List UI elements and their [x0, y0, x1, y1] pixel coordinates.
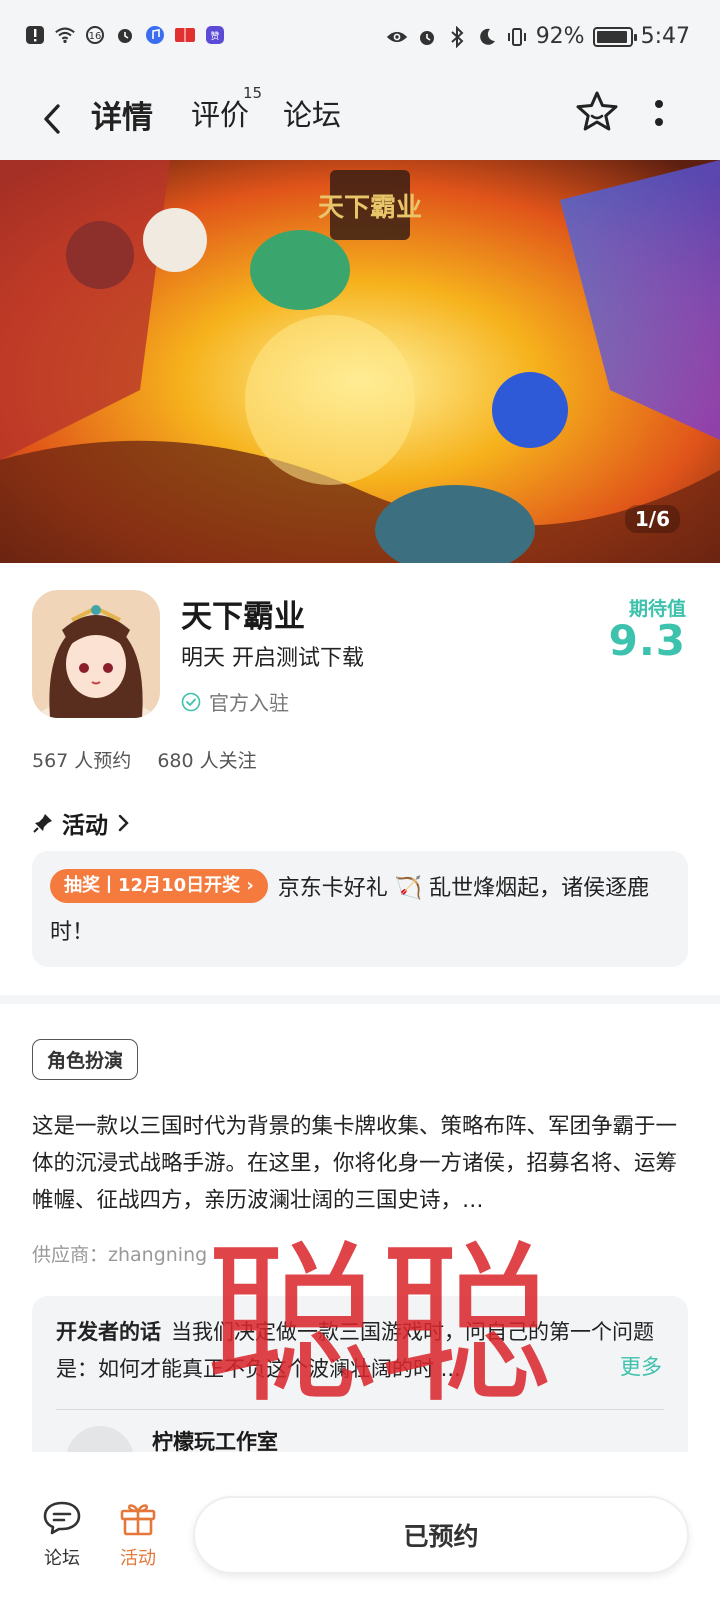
favorite-button[interactable]	[573, 88, 621, 136]
section-divider	[0, 995, 720, 1004]
tab-forum-label: 论坛	[283, 98, 342, 132]
carousel-pager: 1/6	[624, 505, 680, 533]
more-dots-icon	[655, 100, 663, 108]
status-bar: 16 赞 92% 5:47	[0, 0, 720, 78]
game-description[interactable]: 这是一款以三国时代为背景的集卡牌收集、策略布阵、军团争霸于一体的沉浸式战略手游。…	[32, 1108, 688, 1219]
moon-icon	[476, 26, 498, 48]
status-right: 92% 5:47	[386, 24, 690, 49]
banner-logo: 天下霸业	[318, 193, 422, 223]
app-icon	[32, 590, 160, 718]
app-stats: 567 人预约 680 人关注	[32, 746, 257, 773]
bottom-bar: 论坛 活动 已预约	[0, 1452, 720, 1600]
tab-reviews[interactable]: 评价 15	[191, 84, 262, 134]
reserved-label: 已预约	[403, 1522, 479, 1551]
more-dots-icon	[655, 118, 663, 126]
tab-forum[interactable]: 论坛	[283, 92, 341, 134]
bottom-forum-button[interactable]: 论坛	[32, 1500, 92, 1570]
app-name: 天下霸业	[181, 599, 305, 635]
reservation-count: 567 人预约	[32, 750, 132, 772]
alarm-icon	[114, 24, 136, 46]
alarm-status-icon	[416, 26, 438, 48]
follower-count: 680 人关注	[157, 750, 257, 772]
vibrate-icon	[506, 26, 528, 48]
bottom-event-button[interactable]: 活动	[108, 1500, 168, 1570]
reserved-button[interactable]: 已预约	[193, 1496, 689, 1574]
back-button[interactable]	[36, 96, 76, 142]
music-app-icon	[144, 24, 166, 46]
svg-text:赞: 赞	[210, 30, 219, 42]
review-count-badge: 15	[243, 84, 263, 102]
eye-icon	[386, 26, 408, 48]
official-badge: 官方入驻	[181, 687, 289, 716]
official-label: 官方入驻	[209, 691, 289, 715]
more-menu-button[interactable]	[650, 96, 670, 132]
tab-detail[interactable]: 详情	[88, 92, 156, 137]
activity-card[interactable]: 抽奖丨12月10日开奖 › 京东卡好礼 🏹 乱世烽烟起，诸侯逐鹿时！	[32, 851, 688, 967]
top-nav: 详情 评价 15 论坛	[0, 78, 720, 160]
battery-percent: 92%	[535, 24, 585, 49]
watermark-text: 聪聪	[205, 1225, 554, 1428]
battery-icon	[592, 26, 637, 47]
data-saver-icon: 16	[84, 24, 106, 46]
developer-more-link[interactable]: 更多	[614, 1351, 662, 1381]
supplier-info: 供应商：zhangning	[32, 1244, 208, 1266]
chevron-right-icon	[118, 814, 129, 832]
bottom-event-label: 活动	[120, 1548, 156, 1569]
genre-tag[interactable]: 角色扮演	[32, 1039, 139, 1080]
banner-artwork: 天下霸业	[0, 160, 720, 563]
app-subtitle: 明天 开启测试下载	[181, 646, 364, 671]
svg-text:16: 16	[89, 31, 102, 42]
star-icon	[576, 91, 618, 131]
activity-content: 抽奖丨12月10日开奖 › 京东卡好礼 🏹 乱世烽烟起，诸侯逐鹿时！	[50, 867, 670, 955]
chevron-left-icon	[44, 104, 60, 134]
verified-check-icon	[181, 692, 201, 711]
tab-reviews-label: 评价	[191, 98, 250, 132]
book-app-icon	[174, 24, 196, 46]
status-left-icons: 16 赞	[24, 24, 226, 46]
developer-label: 开发者的话	[56, 1320, 161, 1344]
app-notification-icon: 赞	[204, 24, 226, 46]
gift-icon	[120, 1504, 156, 1536]
pin-icon	[33, 814, 52, 833]
clock: 5:47	[640, 24, 690, 49]
activity-title: 活动	[62, 813, 108, 839]
alert-icon	[24, 24, 46, 46]
banner-carousel[interactable]: 天下霸业 1/6	[0, 160, 720, 563]
activity-header[interactable]: 活动	[32, 806, 130, 840]
tab-detail-label: 详情	[91, 100, 153, 136]
expectation-score: 9.3	[608, 616, 686, 665]
bottom-forum-label: 论坛	[44, 1548, 80, 1569]
lottery-tag[interactable]: 抽奖丨12月10日开奖 ›	[50, 869, 268, 903]
app-icon-artwork	[32, 590, 160, 718]
bluetooth-icon	[446, 25, 468, 48]
wifi-icon	[54, 24, 76, 46]
forum-chat-icon	[43, 1501, 81, 1535]
lottery-tag-label: 抽奖丨12月10日开奖	[64, 875, 241, 896]
